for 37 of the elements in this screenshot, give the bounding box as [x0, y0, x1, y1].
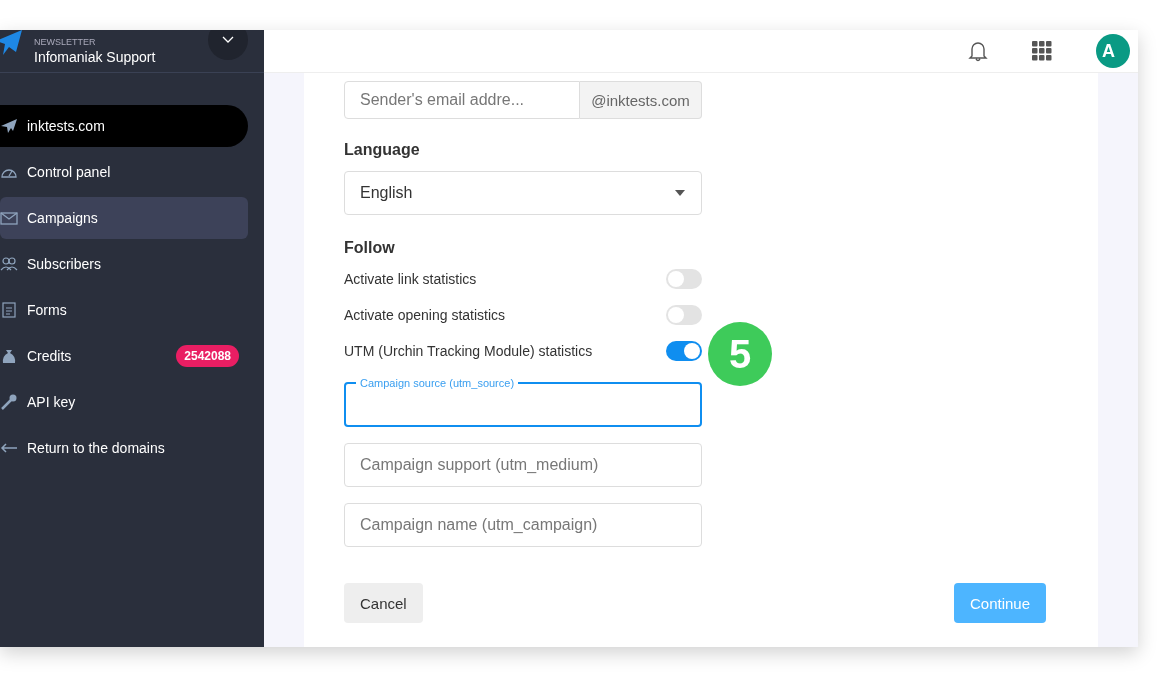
user-avatar[interactable]: A [1096, 34, 1130, 68]
cancel-button[interactable]: Cancel [344, 583, 423, 623]
sidebar-item[interactable]: Control panel [0, 151, 248, 193]
sender-email-field[interactable]: Sender's email addre... [344, 81, 580, 119]
toggle-label: Activate link statistics [344, 271, 477, 287]
document-icon [0, 302, 18, 318]
toggle-switch[interactable] [666, 269, 702, 289]
sidebar-item[interactable]: Return to the domains [0, 427, 248, 469]
money-bag-icon [0, 348, 18, 364]
envelope-icon [0, 210, 18, 226]
toggle-label: UTM (Urchin Tracking Module) statistics [344, 343, 593, 359]
caret-icon [675, 190, 685, 196]
account-name: Infomaniak Support [34, 49, 156, 65]
sidebar-item[interactable]: Forms [0, 289, 248, 331]
key-icon [0, 394, 18, 410]
utm-field[interactable]: Campaign support (utm_medium) [344, 443, 702, 487]
credits-count-badge: 2542088 [176, 345, 239, 367]
sidebar-item[interactable]: Credits 2542088 [0, 335, 248, 377]
email-domain-suffix: @inktests.com [580, 81, 702, 119]
paper-plane-icon [0, 118, 18, 134]
sidebar-item[interactable]: API key [0, 381, 248, 423]
utm-field[interactable]: Campaign name (utm_campaign) [344, 503, 702, 547]
sidebar-item[interactable]: inktests.com [0, 105, 248, 147]
sidebar-item[interactable]: Subscribers [0, 243, 248, 285]
apps-grid-icon[interactable] [1032, 41, 1052, 61]
sidebar-item[interactable]: Campaigns [0, 197, 248, 239]
toggle-switch[interactable] [666, 305, 702, 325]
language-select[interactable]: English [344, 171, 702, 215]
bell-icon[interactable] [968, 40, 988, 62]
section-label: Language [344, 141, 421, 159]
toggle-switch[interactable] [666, 341, 702, 361]
toggle-label: Activate opening statistics [344, 307, 506, 323]
product-label: NEWSLETTER [34, 37, 97, 47]
chevron-down-icon [222, 36, 234, 44]
people-icon [0, 256, 18, 272]
account-dropdown-button[interactable] [208, 30, 248, 60]
section-label: Follow [344, 239, 396, 257]
